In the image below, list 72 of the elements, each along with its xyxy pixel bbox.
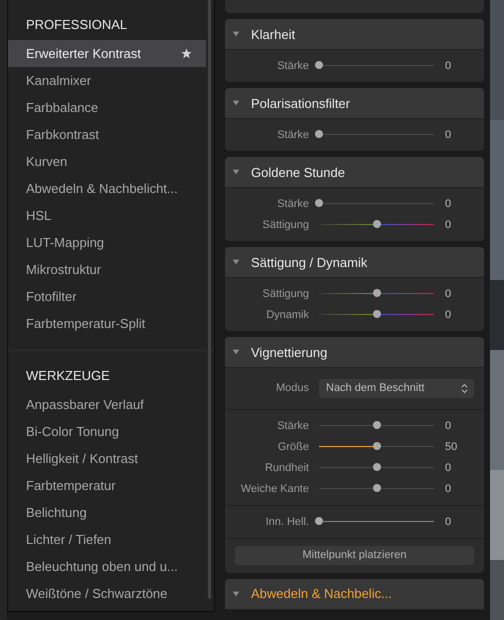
slider-value: 0 (445, 60, 452, 72)
slider-value: 0 (445, 128, 452, 140)
menu-item[interactable]: Erweiterter Kontrast (8, 40, 206, 67)
slider-label: Stärke (276, 60, 309, 72)
slider-thumb[interactable] (372, 220, 380, 228)
menu-item[interactable]: LUT-Mapping (8, 229, 206, 256)
slider-value: 0 (445, 462, 452, 474)
menu-item[interactable]: Farbtemperatur-Split (8, 310, 206, 337)
star-icon[interactable] (181, 48, 192, 59)
updown-chevron-icon (461, 382, 468, 394)
slider-thumb[interactable] (315, 199, 323, 207)
panel-header[interactable]: Abwedeln & Nachbelic... (225, 578, 484, 610)
menu-item[interactable]: Anpassbarer Verlauf (8, 391, 206, 418)
slider-label: Größe (276, 440, 309, 452)
slider-label: Inn. Hell. (264, 516, 309, 528)
slider-value: 0 (445, 420, 452, 432)
menu-item[interactable]: Farbkontrast (8, 121, 206, 148)
mode-dropdown[interactable]: Nach dem Beschnitt (319, 378, 474, 398)
disclosure-triangle-icon[interactable] (232, 30, 240, 38)
menu-item[interactable]: Farbbalance (8, 94, 206, 121)
menu-item[interactable]: Bi-Color Tonung (8, 418, 206, 445)
slider-label: Sättigung (262, 288, 309, 300)
group-title: PROFESSIONAL (25, 16, 128, 34)
disclosure-triangle-icon[interactable] (232, 168, 240, 176)
slider-thumb[interactable] (372, 484, 380, 492)
panel-header[interactable]: Vignettierung (225, 337, 484, 368)
menu-item[interactable]: Helligkeit / Kontrast (8, 445, 206, 472)
slider-label: Sättigung (262, 218, 309, 230)
slider-value: 0 (445, 516, 452, 528)
slider-thumb[interactable] (372, 463, 380, 471)
menu-item[interactable]: Belichtung (8, 499, 206, 526)
disclosure-triangle-icon[interactable] (232, 258, 240, 266)
place-center-button[interactable]: Mittelpunkt platzieren (235, 546, 474, 564)
slider-label: Dynamik (265, 308, 309, 320)
menu-item[interactable]: Beleuchtung oben und u... (8, 553, 206, 580)
slider-thumb[interactable] (315, 130, 323, 138)
panel-header[interactable]: Goldene Stunde (225, 157, 484, 188)
slider-label: Stärke (276, 128, 309, 140)
slider-thumb[interactable] (315, 517, 323, 525)
slider-value: 0 (445, 288, 452, 300)
slider-thumb[interactable] (372, 310, 380, 318)
menu-item[interactable]: Abwedeln & Nachbelicht... (8, 175, 206, 202)
slider-thumb[interactable] (372, 442, 380, 450)
panel-header[interactable]: Sättigung / Dynamik (225, 247, 484, 278)
select-label: Modus (274, 382, 309, 394)
menu-item[interactable]: Kurven (8, 148, 206, 175)
disclosure-triangle-icon[interactable] (232, 99, 240, 107)
menu-item[interactable]: HSL (8, 202, 206, 229)
slider-label: Stärke (276, 420, 309, 432)
slider-thumb[interactable] (315, 61, 323, 69)
slider-value: 0 (445, 482, 452, 494)
menu-item[interactable]: Farbtemperatur (8, 472, 206, 499)
menu-item[interactable]: Fotofilter (8, 283, 206, 310)
disclosure-triangle-icon[interactable] (232, 590, 240, 598)
slider-label: Weiche Kante (240, 482, 309, 494)
slider-label: Stärke (276, 198, 309, 210)
panel-header[interactable]: Klarheit (225, 19, 484, 50)
slider-label: Rundheit (264, 462, 309, 474)
group-title: WERKZEUGE (25, 367, 111, 385)
disclosure-triangle-icon[interactable] (232, 348, 240, 356)
scrollbar[interactable] (208, 0, 211, 599)
menu-item[interactable]: Kanalmixer (8, 67, 206, 94)
menu-item[interactable]: Lichter / Tiefen (8, 526, 206, 553)
slider-thumb[interactable] (372, 421, 380, 429)
slider-value: 0 (445, 308, 452, 320)
slider-thumb[interactable] (372, 289, 380, 297)
menu-item[interactable]: Mikrostruktur (8, 256, 206, 283)
slider-value: 50 (445, 440, 458, 452)
menu-item[interactable]: Weißtöne / Schwarztöne (8, 580, 206, 607)
slider-value: 0 (445, 218, 452, 230)
slider-value: 0 (445, 198, 452, 210)
panel-header[interactable]: Polarisationsfilter (225, 88, 484, 119)
